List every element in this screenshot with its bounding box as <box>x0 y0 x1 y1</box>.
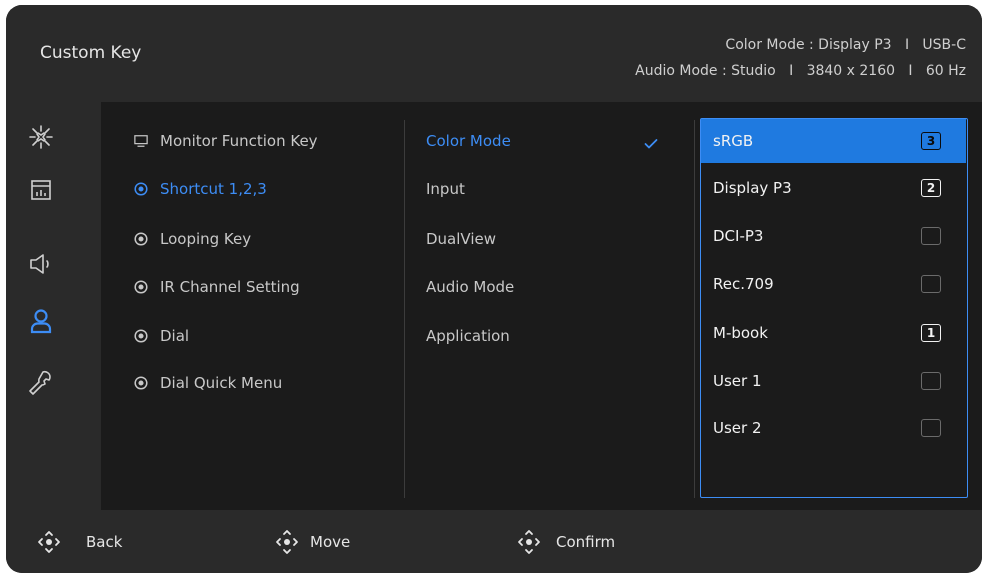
menu-item-label: Shortcut 1,2,3 <box>160 180 267 198</box>
wrench-icon <box>29 370 51 395</box>
brightness-icon <box>29 125 53 149</box>
main-panel: Monitor Function Key Shortcut 1,2,3 Loop… <box>101 102 982 510</box>
option-user-2[interactable]: User 2 <box>701 406 966 450</box>
option-display-p3[interactable]: Display P3 2 <box>701 166 966 210</box>
option-dci-p3[interactable]: DCI-P3 <box>701 214 966 258</box>
option-label: M-book <box>713 324 768 342</box>
osd-window: Custom Key Color Mode : Display P3 I USB… <box>6 5 982 573</box>
back-button[interactable]: Back <box>34 510 122 573</box>
menu-item-monitor-function-key[interactable]: Monitor Function Key <box>134 128 318 154</box>
shortcut-slot: 2 <box>921 179 941 197</box>
user-icon <box>30 309 52 334</box>
status-info: Color Mode : Display P3 I USB-C Audio Mo… <box>635 32 966 84</box>
menu-item-ir-channel[interactable]: IR Channel Setting <box>134 274 300 300</box>
target-icon <box>134 232 148 246</box>
option-rec709[interactable]: Rec.709 <box>701 262 966 306</box>
back-label: Back <box>86 532 123 551</box>
option-label: sRGB <box>713 132 754 150</box>
submenu-item-input[interactable]: Input <box>426 176 465 202</box>
submenu-item-application[interactable]: Application <box>426 323 510 349</box>
status-line-2: Audio Mode : Studio I 3840 x 2160 I 60 H… <box>635 63 966 79</box>
nav-center-icon <box>518 529 540 554</box>
option-m-book[interactable]: M-book 1 <box>701 311 966 355</box>
sidebar-item-audio[interactable] <box>28 251 54 277</box>
menu-item-dial-quick-menu[interactable]: Dial Quick Menu <box>134 370 282 396</box>
status-line-1: Color Mode : Display P3 I USB-C <box>725 37 966 53</box>
sidebar-item-picture[interactable] <box>28 177 54 203</box>
menu-item-label: Dial <box>160 327 190 345</box>
submenu-item-color-mode[interactable]: Color Mode <box>426 128 511 154</box>
move-button[interactable]: Move <box>272 510 350 573</box>
option-srgb[interactable]: sRGB 3 <box>701 119 966 163</box>
speaker-icon <box>30 254 49 274</box>
column-divider <box>404 120 405 498</box>
nav-left-icon <box>38 530 60 553</box>
move-label: Move <box>310 532 351 551</box>
submenu-item-dualview[interactable]: DualView <box>426 226 496 252</box>
option-label: Rec.709 <box>713 275 774 293</box>
header: Custom Key Color Mode : Display P3 I USB… <box>6 5 982 102</box>
target-icon <box>134 280 148 294</box>
sidebar-item-brightness[interactable] <box>28 124 54 150</box>
menu-item-looping-key[interactable]: Looping Key <box>134 226 251 252</box>
confirm-button[interactable]: Confirm <box>514 510 615 573</box>
sidebar <box>6 102 101 510</box>
confirm-label: Confirm <box>556 532 616 551</box>
menu-item-dial[interactable]: Dial <box>134 323 189 349</box>
submenu-item-audio-mode[interactable]: Audio Mode <box>426 274 514 300</box>
target-icon <box>134 329 148 343</box>
shortcut-slot <box>921 419 941 437</box>
nav-updown-icon <box>276 529 298 554</box>
monitor-icon <box>134 134 148 148</box>
option-label: Display P3 <box>713 179 792 197</box>
shortcut-slot <box>921 372 941 390</box>
target-icon <box>134 182 148 196</box>
shortcut-slot: 3 <box>921 132 941 150</box>
target-icon <box>134 376 148 390</box>
color-mode-options: sRGB 3 Display P3 2 DCI-P3 Rec.709 M-boo… <box>700 118 968 498</box>
option-user-1[interactable]: User 1 <box>701 359 966 403</box>
shortcut-slot: 1 <box>921 324 941 342</box>
menu-item-label: IR Channel Setting <box>160 278 300 296</box>
menu-item-label: Dial Quick Menu <box>160 374 283 392</box>
picture-icon <box>31 180 51 200</box>
shortcut-slot <box>921 275 941 293</box>
menu-item-label: Monitor Function Key <box>160 132 318 150</box>
menu-list: Monitor Function Key Shortcut 1,2,3 Loop… <box>101 102 401 510</box>
menu-item-shortcut[interactable]: Shortcut 1,2,3 <box>134 176 267 202</box>
checkmark-icon <box>644 135 658 154</box>
sidebar-item-custom-key[interactable] <box>28 308 54 334</box>
menu-item-label: Looping Key <box>160 230 252 248</box>
option-label: User 1 <box>713 372 762 390</box>
option-label: User 2 <box>713 419 762 437</box>
column-divider <box>694 120 695 498</box>
page-title: Custom Key <box>40 43 142 63</box>
shortcut-slot <box>921 227 941 245</box>
option-label: DCI-P3 <box>713 227 764 245</box>
sidebar-item-system[interactable] <box>28 369 54 395</box>
footer: Back Move Confirm <box>6 510 982 573</box>
